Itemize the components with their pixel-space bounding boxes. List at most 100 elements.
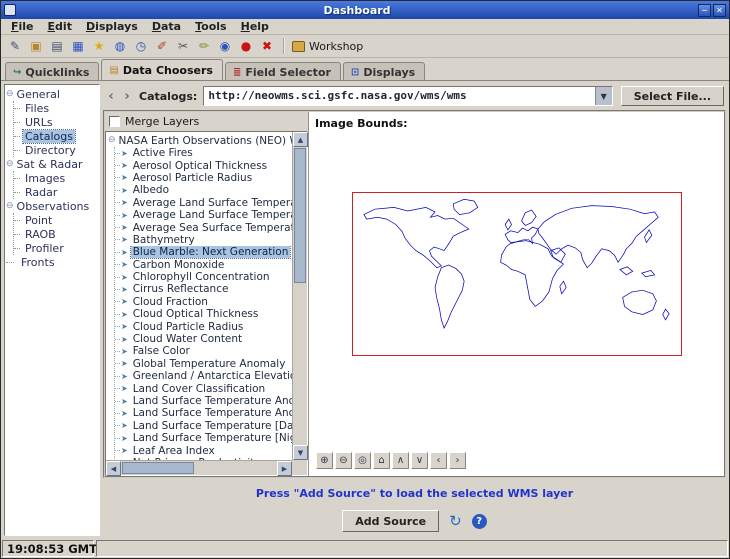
wms-layer-item[interactable]: ➤ Aerosol Optical Thickness [115,159,292,171]
wms-layer-item[interactable]: ➤ Global Temperature Anomaly [115,358,292,370]
wms-layer-item[interactable]: ➤ Land Cover Classification [115,382,292,394]
scroll-right-icon[interactable]: ▶ [277,461,292,476]
horizontal-scroll-thumb[interactable] [122,462,194,474]
menu-help[interactable]: Help [235,20,275,33]
wms-layer-item[interactable]: ➤ Land Surface Temperature Anom [115,395,292,407]
collapse-knob-icon[interactable]: ⊖ [6,202,14,211]
wms-layer-item[interactable]: ➤ Average Land Surface Temperatu [115,209,292,221]
wms-layers-pane: Merge Layers ⊖ NASA Earth Observations (… [105,112,309,476]
zoom-reset-icon[interactable]: ◎ [354,452,371,469]
chooser-item-point[interactable]: Point [14,213,98,227]
chooser-group-observations[interactable]: ⊖ Observations [6,199,98,213]
menu-edit[interactable]: Edit [42,20,78,33]
scroll-left-icon[interactable]: ◀ [106,461,121,476]
collapse-knob-icon[interactable]: ⊖ [6,90,14,99]
wms-layer-item[interactable]: ➤ Average Land Surface Temperatu [115,197,292,209]
menu-data[interactable]: Data [146,20,187,33]
catalog-back-icon[interactable]: ‹ [105,90,117,103]
wms-layer-item[interactable]: ➤ Cloud Fraction [115,296,292,308]
menu-file[interactable]: File [5,20,40,33]
chooser-item-images[interactable]: Images [14,171,98,185]
workshop-button[interactable]: Workshop [292,40,363,53]
wms-layer-item[interactable]: ➤ Land Surface Temperature [Night [115,432,292,444]
wms-layer-item[interactable]: ➤ Greenland / Antarctica Elevation [115,370,292,382]
home-icon[interactable]: ⌂ [373,452,390,469]
draw-pencil-icon[interactable]: ✏ [195,37,213,55]
open-file-icon[interactable]: ▣ [27,37,45,55]
merge-layers-checkbox[interactable] [109,116,120,127]
chooser-group-general[interactable]: ⊖ General [6,87,98,101]
new-icon[interactable]: ✎ [6,37,24,55]
vertical-scrollbar[interactable]: ▲ ▼ [292,132,307,460]
app-icon [4,4,16,16]
wms-layer-item[interactable]: ➤ False Color [115,345,292,357]
pan-up-icon[interactable]: ∧ [392,452,409,469]
wms-layer-item[interactable]: ➤ Albedo [115,184,292,196]
horizontal-scrollbar[interactable]: ◀ ▶ [106,460,292,475]
reload-icon[interactable]: ↻ [449,514,462,529]
favorites-icon[interactable]: ★ [90,37,108,55]
combobox-dropdown-icon[interactable]: ▼ [595,87,612,105]
wms-layer-item[interactable]: ➤ Average Sea Surface Temperatur [115,221,292,233]
scroll-down-icon[interactable]: ▼ [293,445,308,460]
chooser-item-files[interactable]: Files [14,101,98,115]
minimize-icon[interactable]: ─ [698,4,711,17]
history-clock-icon[interactable]: ◷ [132,37,150,55]
menu-tools[interactable]: Tools [189,20,232,33]
wms-layer-item[interactable]: ➤ Carbon Monoxide [115,259,292,271]
copy-icon[interactable]: ▤ [48,37,66,55]
edit-pencil-icon[interactable]: ✐ [153,37,171,55]
pan-left-icon[interactable]: ‹ [430,452,447,469]
world-map[interactable] [352,192,682,356]
tab-field-selector[interactable]: ≣ Field Selector [225,62,341,81]
record-icon[interactable]: ● [237,37,255,55]
cut-scissors-icon[interactable]: ✂ [174,37,192,55]
zoom-out-icon[interactable]: ⊖ [335,452,352,469]
chooser-item-raob[interactable]: RAOB [14,227,98,241]
sat-radar-children: Images Radar [13,171,98,199]
chooser-item-radar[interactable]: Radar [14,185,98,199]
help-icon[interactable]: ? [472,514,487,529]
wms-layer-item[interactable]: ➤ Land Surface Temperature [Day] [115,420,292,432]
collapse-knob-icon[interactable]: ⊖ [6,160,14,169]
pan-right-icon[interactable]: › [449,452,466,469]
chooser-item-fronts[interactable]: Fronts [6,255,98,269]
scroll-up-icon[interactable]: ▲ [293,132,308,147]
pan-down-icon[interactable]: ∨ [411,452,428,469]
vertical-scroll-thumb[interactable] [294,148,306,283]
title-bar[interactable]: Dashboard ─ ✕ [1,1,729,19]
wms-layer-item[interactable]: ➤ Cloud Particle Radius [115,320,292,332]
chooser-item-profiler[interactable]: Profiler [14,241,98,255]
support-icon[interactable]: ◉ [216,37,234,55]
remove-all-icon[interactable]: ✖ [258,37,276,55]
globe-icon[interactable]: ◍ [111,37,129,55]
zoom-in-icon[interactable]: ⊕ [316,452,333,469]
add-source-button[interactable]: Add Source [342,510,439,532]
catalog-url-value[interactable]: http://neowms.sci.gsfc.nasa.gov/wms/wms [204,87,594,105]
wms-layer-item[interactable]: ➤ Cloud Optical Thickness [115,308,292,320]
wms-layer-item[interactable]: ➤ Bathymetry [115,234,292,246]
chooser-group-sat-radar[interactable]: ⊖ Sat & Radar [6,157,98,171]
select-file-button[interactable]: Select File... [621,86,724,106]
wms-tree-root[interactable]: ⊖ NASA Earth Observations (NEO) WMS [108,134,292,147]
wms-layer-item[interactable]: ➤ Blue Marble: Next Generation [115,246,292,258]
close-icon[interactable]: ✕ [713,4,726,17]
wms-layer-item[interactable]: ➤ Aerosol Particle Radius [115,172,292,184]
wms-layer-item[interactable]: ➤ Active Fires [115,147,292,159]
tab-displays[interactable]: ⊡ Displays [343,62,425,81]
tab-data-choosers[interactable]: ▤ Data Choosers [101,59,223,81]
save-icon[interactable]: ▦ [69,37,87,55]
wms-layer-item[interactable]: ➤ Cirrus Reflectance [115,283,292,295]
wms-layer-item[interactable]: ➤ Cloud Water Content [115,333,292,345]
catalog-url-combobox[interactable]: http://neowms.sci.gsfc.nasa.gov/wms/wms … [203,86,612,106]
wms-layer-item[interactable]: ➤ Chlorophyll Concentration [115,271,292,283]
chooser-item-urls[interactable]: URLs [14,115,98,129]
menu-displays[interactable]: Displays [80,20,144,33]
chooser-item-directory[interactable]: Directory [14,143,98,157]
chooser-item-catalogs[interactable]: Catalogs [14,129,98,143]
tab-quicklinks[interactable]: ↪ Quicklinks [5,62,99,81]
collapse-knob-icon[interactable]: ⊖ [108,136,116,145]
wms-layer-item[interactable]: ➤ Land Surface Temperature Anom [115,407,292,419]
wms-layer-item[interactable]: ➤ Leaf Area Index [115,444,292,456]
catalog-forward-icon[interactable]: › [121,90,133,103]
